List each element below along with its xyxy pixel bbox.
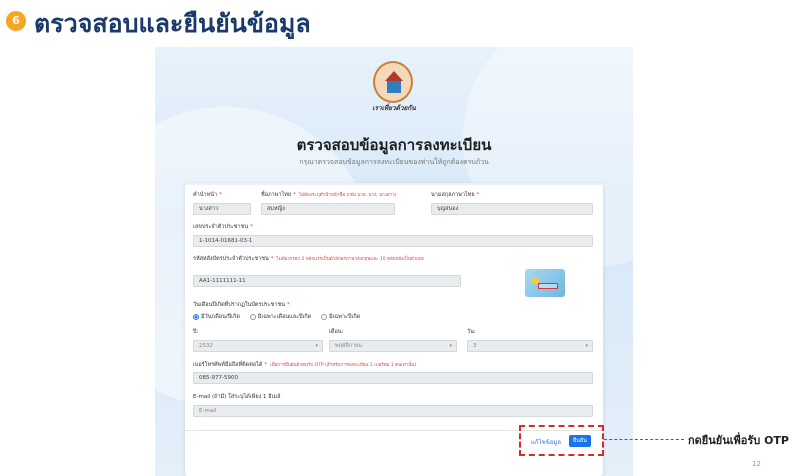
id-number-field[interactable]: 1-1014-01681-03-1 [193, 235, 593, 247]
app-screenshot: เราเที่ยวด้วยกัน ตรวจสอบข้อมูลการลงทะเบี… [155, 47, 633, 476]
last-name-label: นามสกุลภาษาไทย * [431, 192, 480, 198]
chevron-down-icon: ▾ [315, 343, 318, 349]
email-field[interactable]: E-mail [193, 405, 593, 417]
year-label: ปี: [193, 329, 199, 335]
title-prefix-label: คำนำหน้า * [193, 192, 222, 198]
dob-option-year-only[interactable]: มีเฉพาะปีเกิด [321, 313, 360, 321]
phone-field[interactable]: 085-977-5900 [193, 372, 593, 384]
callout-connector [604, 439, 684, 440]
day-label: วัน: [467, 329, 476, 335]
page-number: 12 [752, 460, 761, 468]
chevron-down-icon: ▾ [449, 343, 452, 349]
phone-label: เบอร์โทรศัพท์มือถือที่ติดต่อได้ * เพื่อการ… [193, 362, 417, 368]
email-label: E-mail (ถ้ามี) ใส่ระบุได้เพียง 1 อีเมล์ [193, 394, 281, 400]
logo-caption: เราเที่ยวด้วยกัน [372, 104, 416, 112]
month-select[interactable]: พฤศจิกายน ▾ [329, 340, 457, 352]
slide-title: ตรวจสอบและยืนยันข้อมูล [34, 9, 311, 38]
laser-code-label: รหัสหลังบัตรประจำตัวประชาชน * ไม่ต้องกรอก … [193, 256, 424, 262]
laser-code-field[interactable]: AA1-1111111-11 [193, 275, 461, 287]
last-name-field[interactable]: บุญสนอง [431, 203, 593, 215]
brand-logo [373, 61, 413, 103]
form-subtitle: กรุณาตรวจสอบข้อมูลการลงทะเบียนของท่านให้… [299, 158, 489, 166]
day-select[interactable]: 3 ▾ [467, 340, 593, 352]
confirm-highlight-box [519, 425, 604, 456]
dob-option-full[interactable]: มีวัน/เดือน/ปีเกิด [193, 313, 240, 321]
callout-text: กดยืนยันเพื่อรับ OTP [688, 434, 789, 447]
first-name-field[interactable]: สมหญิง [261, 203, 395, 215]
title-prefix-field[interactable]: นางสาว [193, 203, 251, 215]
dob-option-month-year[interactable]: มีเฉพาะเดือนและปีเกิด [249, 313, 311, 321]
dob-radio-group: มีวัน/เดือน/ปีเกิด มีเฉพาะเดือนและปีเกิด… [193, 313, 368, 321]
step-badge: 6 [6, 11, 26, 31]
form-title: ตรวจสอบข้อมูลการลงทะเบียน [296, 136, 492, 154]
id-number-label: เลขประจำตัวประชาชน * [193, 224, 253, 230]
dob-label: วันเดือนปีเกิดที่ปรากฏในบัตรประชาชน * [193, 302, 290, 308]
first-name-label: ชื่อภาษาไทย * ไม่ต้องระบุคำนำหน้าชื่อ (เช่… [261, 192, 397, 198]
id-card-illustration [525, 269, 565, 297]
month-label: เดือน: [329, 329, 344, 335]
chevron-down-icon: ▾ [585, 343, 588, 349]
year-select[interactable]: 2532 ▾ [193, 340, 323, 352]
